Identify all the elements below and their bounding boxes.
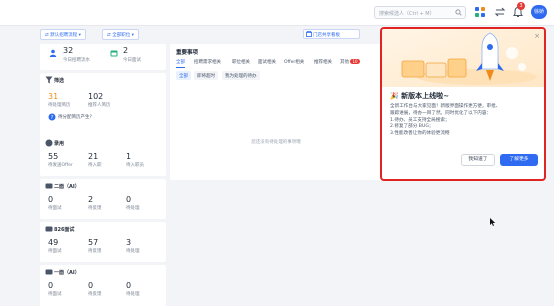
party-icon: 🎉 — [390, 92, 402, 100]
process-filter[interactable]: ⇄ 默认招聘流程 ▾ — [40, 29, 86, 40]
chip-mine[interactable]: 我为处理的待办 — [222, 71, 260, 80]
tab-requirements[interactable]: 招聘需求相关 — [194, 59, 221, 65]
filter-icon — [45, 76, 53, 84]
summary-card: 32 今日招聘流水 2 今日面试 — [40, 44, 166, 70]
left-pane: ⇄ 默认招聘流程 ▾ ⇄ 全部职位 ▾ 32 今日招聘流水 2 今日面试 筛选 … — [40, 26, 166, 306]
pending-count[interactable]: 31 — [48, 92, 58, 101]
pending-label: 待处理简历 — [48, 103, 71, 108]
round2-title: 二面（AI） — [54, 184, 80, 190]
round2-label: 待处理 — [126, 206, 140, 211]
round826-card: 826面试 49 待面试 57 待反馈 3 待处理 — [40, 222, 166, 262]
switch-icon[interactable] — [494, 6, 506, 18]
round1-value[interactable]: 0 — [88, 281, 93, 290]
hiring-title: 录用 — [54, 141, 65, 147]
round1-value[interactable]: 0 — [48, 281, 53, 290]
interview-icon — [45, 226, 53, 232]
recommend-label: 推荐人简历 — [88, 103, 111, 108]
hiring-value[interactable]: 21 — [88, 152, 98, 161]
help-icon: ? — [48, 113, 56, 121]
empty-state: 您还没有待处理的事项哦 — [251, 140, 301, 145]
mouse-cursor-icon — [490, 218, 496, 226]
round1-label: 待面试 — [48, 292, 62, 297]
popup-title-text: 新版本上线啦~ — [401, 92, 450, 100]
chip-timeout[interactable]: 即将超时 — [194, 71, 218, 80]
chip-all[interactable]: 全部 — [176, 71, 191, 80]
round826-label: 待面试 — [48, 249, 62, 254]
tab-other[interactable]: 其他 10 — [340, 59, 360, 65]
popup-banner — [382, 29, 544, 87]
round826-label: 待反馈 — [88, 249, 102, 254]
round1-label: 待反馈 — [88, 292, 102, 297]
calendar-icon — [110, 50, 118, 57]
round1-card: 一面（AI） 0 待面试 0 待反馈 0 待处理 — [40, 265, 166, 306]
interview-label: 今日面试 — [123, 58, 141, 63]
todo-card: 重要事项 全部 招聘需求相关 职位相关 面试相关 Offer相关 推荐相关 其他… — [170, 44, 382, 180]
round1-value[interactable]: 0 — [126, 281, 131, 290]
avatar[interactable]: 徐娇 — [531, 5, 547, 19]
screening-title: 筛选 — [54, 78, 65, 84]
round2-value[interactable]: 0 — [126, 195, 131, 204]
interview-icon — [45, 183, 53, 189]
round2-label: 待面试 — [48, 206, 62, 211]
search-input[interactable]: 搜索候选人（Ctrl + M） — [374, 6, 466, 19]
tab-other-badge: 10 — [350, 59, 360, 64]
close-icon[interactable]: × — [534, 32, 540, 40]
round1-title: 一面（AI） — [54, 270, 80, 276]
round826-value[interactable]: 49 — [48, 238, 58, 247]
new-count[interactable]: 32 — [63, 46, 73, 55]
round2-value[interactable]: 0 — [48, 195, 53, 204]
learn-more-button[interactable]: 了解更多 — [500, 154, 538, 166]
round2-label: 待反馈 — [88, 206, 102, 211]
top-bar: 搜索候选人（Ctrl + M） 3 徐娇 — [0, 0, 554, 26]
round2-card: 二面（AI） 0 待面试 2 待反馈 0 待处理 — [40, 179, 166, 219]
tab-all[interactable]: 全部 — [176, 59, 185, 68]
round1-label: 待处理 — [126, 292, 140, 297]
notification-badge: 3 — [517, 2, 525, 10]
grid-apps-icon[interactable] — [474, 6, 486, 18]
store-icon — [306, 31, 312, 37]
tab-referrals[interactable]: 推荐相关 — [314, 59, 332, 65]
tab-offers[interactable]: Offer相关 — [284, 59, 304, 65]
popup-line: 全新工作台与大家见面！新版界面操作更方便，审批、 — [390, 104, 501, 109]
popup-line: 跟踪进展，待办一目了然。同时优化了以下内容： — [390, 110, 492, 116]
svg-text:?: ? — [51, 115, 54, 121]
hiring-card: 录用 55 待发送Offer 21 待入职 1 待入职员 — [40, 136, 166, 176]
hiring-icon — [45, 139, 53, 147]
round826-value[interactable]: 57 — [88, 238, 98, 247]
position-filter[interactable]: ⇄ 全部职位 ▾ — [102, 29, 139, 40]
dismiss-button[interactable]: 我知道了 — [461, 154, 495, 166]
middle-pane: 重要事项 全部 招聘需求相关 职位相关 面试相关 Offer相关 推荐相关 其他… — [170, 26, 382, 306]
hiring-label: 待入职 — [88, 163, 102, 168]
round826-value[interactable]: 3 — [126, 238, 131, 247]
round2-value[interactable]: 2 — [88, 195, 93, 204]
interview-icon — [45, 269, 53, 275]
popup-body: 全新工作台与大家见面！新版界面操作更方便，审批、 跟踪进展，待办一目了然。同时优… — [390, 104, 538, 138]
hiring-value[interactable]: 1 — [126, 152, 131, 161]
round826-label: 待处理 — [126, 249, 140, 254]
position-filter-label: 全部职位 — [112, 33, 131, 38]
shared-board-label: 门店共享看板 — [313, 33, 340, 38]
search-icon[interactable] — [455, 9, 462, 16]
round826-title: 826面试 — [54, 227, 75, 233]
hiring-label: 待发送Offer — [48, 163, 73, 168]
hiring-label: 待入职员 — [126, 163, 144, 168]
screening-hint[interactable]: 待分配简历产生? — [58, 114, 92, 120]
recommend-count[interactable]: 102 — [88, 92, 103, 101]
hiring-value[interactable]: 55 — [48, 152, 58, 161]
rocket-illustration — [401, 32, 537, 85]
new-label: 今日招聘流水 — [63, 58, 90, 63]
popup-title: 🎉 新版本上线啦~ — [390, 91, 449, 101]
tab-other-label: 其他 — [340, 60, 349, 65]
new-version-popup: × 🎉 新版本上线啦~ 全新工作台与大家见面！新版界面操作更方便，审批、 跟踪进… — [380, 27, 546, 181]
process-filter-label: 默认招聘流程 — [50, 33, 78, 38]
todo-title: 重要事项 — [176, 50, 199, 56]
people-icon — [49, 49, 57, 57]
search-placeholder: 搜索候选人（Ctrl + M） — [379, 11, 435, 17]
interview-count[interactable]: 2 — [123, 46, 128, 55]
tab-interviews[interactable]: 面试相关 — [258, 59, 276, 65]
tab-positions[interactable]: 职位相关 — [232, 59, 250, 65]
popup-line: 3.性能改善让你的体验更流畅 — [390, 131, 450, 137]
